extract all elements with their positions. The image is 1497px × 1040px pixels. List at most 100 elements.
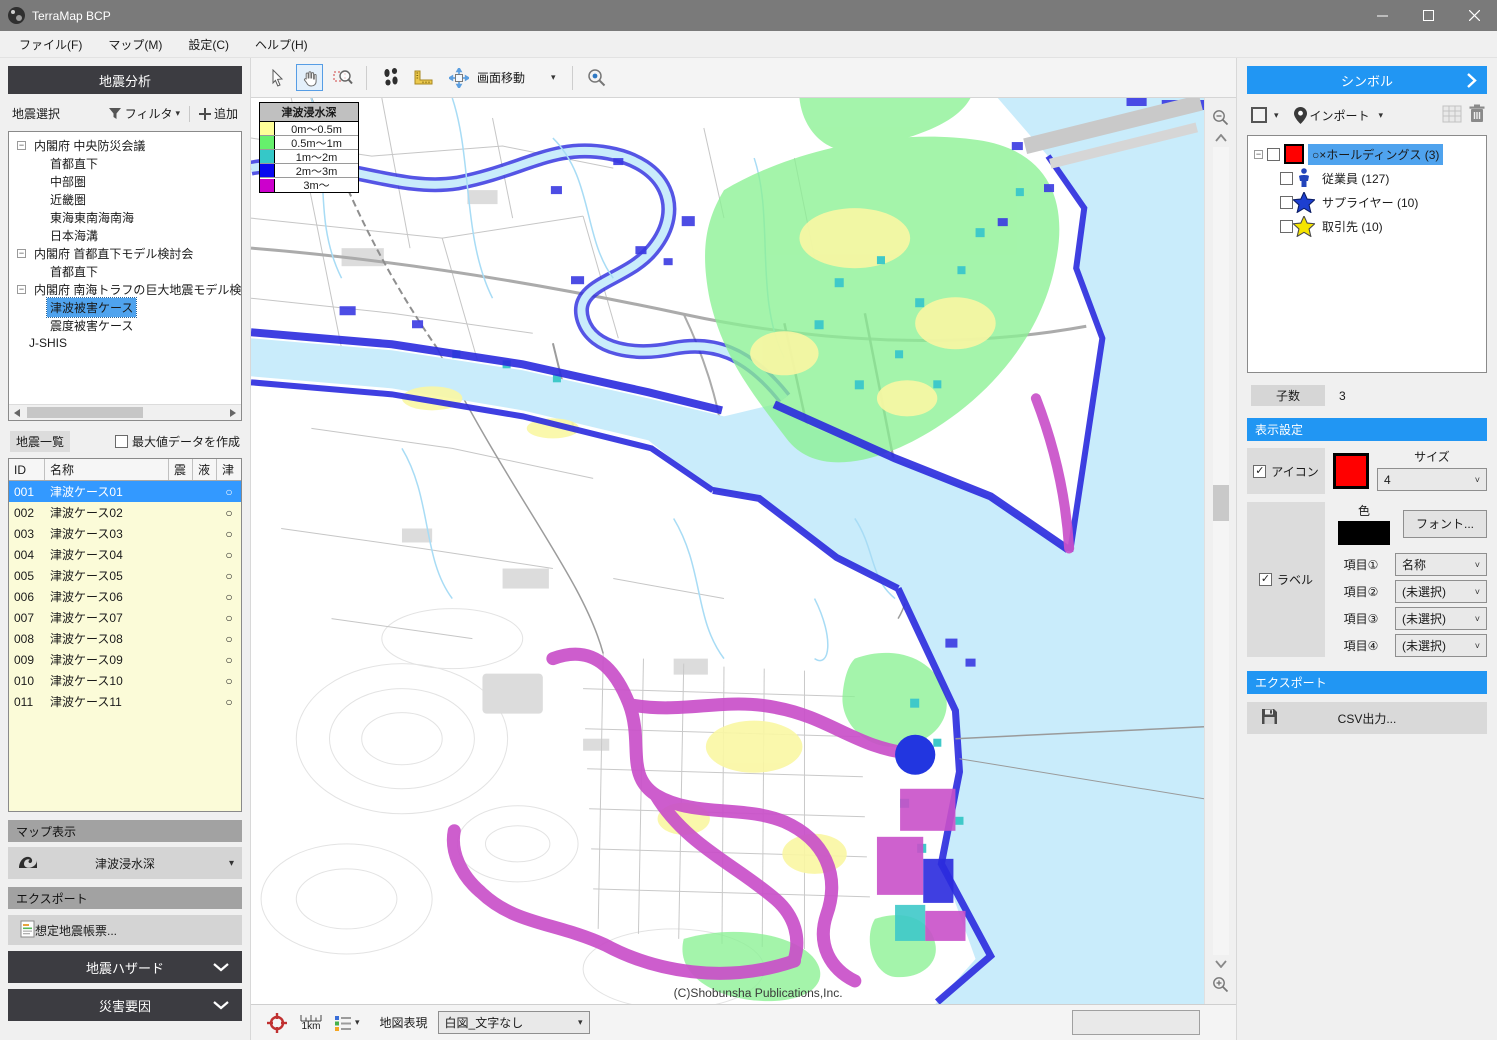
- item1-dropdown[interactable]: 名称˅: [1395, 553, 1487, 576]
- symbol-checkbox[interactable]: [1280, 172, 1293, 185]
- scrollbar-thumb[interactable]: [1213, 485, 1229, 521]
- zoom-out-button[interactable]: [1207, 104, 1234, 131]
- tree-item[interactable]: −内閣府 中央防災会議: [13, 136, 241, 154]
- table-row[interactable]: 011津波ケース11○: [9, 691, 241, 712]
- pan-hand-tool[interactable]: [296, 64, 323, 91]
- maximize-button[interactable]: [1405, 0, 1451, 31]
- item2-dropdown[interactable]: (未選択)˅: [1395, 580, 1487, 603]
- import-button[interactable]: インポート ▾: [1292, 105, 1386, 126]
- tree-horizontal-scrollbar[interactable]: [9, 404, 241, 420]
- table-row[interactable]: 006津波ケース06○: [9, 586, 241, 607]
- pan-mode-dropdown[interactable]: 画面移動 ▾: [443, 65, 562, 91]
- scroll-left-arrow[interactable]: [9, 405, 25, 420]
- tree-item[interactable]: 東海東南海南海: [13, 208, 241, 226]
- center-crosshair-tool[interactable]: [263, 1009, 290, 1036]
- tree-item-selected[interactable]: 津波被害ケース: [13, 298, 241, 316]
- table-row[interactable]: 007津波ケース07○: [9, 607, 241, 628]
- walk-route-tool[interactable]: [377, 64, 404, 91]
- scale-label: 1km: [302, 1022, 321, 1031]
- select-pointer-tool[interactable]: [263, 64, 290, 91]
- item1-label: 項目①: [1333, 556, 1389, 573]
- tree-item[interactable]: 中部圏: [13, 172, 241, 190]
- map-style-dropdown[interactable]: 白図_文字なし ▾: [438, 1011, 590, 1034]
- max-data-checkbox[interactable]: [115, 435, 128, 448]
- symbol-tree-item[interactable]: 取引先 (10): [1254, 214, 1486, 238]
- table-row-selected[interactable]: 001津波ケース01○: [9, 481, 241, 502]
- quake-case-table: ID名称 震液 津 001津波ケース01○ 002津波ケース02○ 003津波ケ…: [8, 458, 242, 812]
- font-button[interactable]: フォント...: [1403, 510, 1487, 538]
- collapse-icon[interactable]: −: [17, 285, 26, 294]
- scrollbar-thumb[interactable]: [27, 407, 143, 418]
- icon-checkbox[interactable]: ✓: [1253, 465, 1266, 478]
- size-dropdown[interactable]: 4 ˅: [1377, 468, 1487, 491]
- symbol-tree-item-selected[interactable]: − ○×ホールディングス (3): [1254, 142, 1486, 166]
- table-row[interactable]: 008津波ケース08○: [9, 628, 241, 649]
- add-button[interactable]: 追加: [197, 103, 240, 124]
- table-row[interactable]: 002津波ケース02○: [9, 502, 241, 523]
- tree-item[interactable]: −内閣府 首都直下モデル検討会: [13, 244, 241, 262]
- symbol-tree-item[interactable]: 従業員 (127): [1254, 166, 1486, 190]
- report-export-button[interactable]: 想定地震帳票...: [8, 915, 242, 945]
- info-identify-tool[interactable]: [583, 64, 610, 91]
- symbol-checkbox[interactable]: [1280, 220, 1293, 233]
- tree-item[interactable]: 首都直下: [13, 262, 241, 280]
- table-row[interactable]: 009津波ケース09○: [9, 649, 241, 670]
- scroll-down-arrow[interactable]: [1215, 957, 1227, 971]
- icon-color-swatch[interactable]: [1333, 453, 1369, 489]
- label-toggle[interactable]: ✓ ラベル: [1247, 502, 1325, 657]
- collapse-icon[interactable]: −: [17, 249, 26, 258]
- menu-map[interactable]: マップ(M): [95, 31, 175, 58]
- symbol-panel-header[interactable]: シンボル: [1247, 66, 1487, 94]
- close-button[interactable]: [1451, 0, 1497, 31]
- map-zoom-rail: [1204, 98, 1236, 1004]
- delete-symbol-button[interactable]: [1469, 104, 1485, 126]
- legend-list-button[interactable]: ▾: [332, 1013, 362, 1033]
- tree-item[interactable]: −内閣府 南海トラフの巨大地震モデル検: [13, 280, 241, 298]
- menu-help[interactable]: ヘルプ(H): [242, 31, 321, 58]
- map-copyright: (C)Shobunsha Publications,Inc.: [674, 986, 843, 1000]
- table-row[interactable]: 003津波ケース03○: [9, 523, 241, 544]
- collapse-icon[interactable]: −: [17, 141, 26, 150]
- scale-bar-tool[interactable]: 1km: [300, 1014, 322, 1031]
- menu-settings[interactable]: 設定(C): [175, 31, 242, 58]
- table-row[interactable]: 010津波ケース10○: [9, 670, 241, 691]
- zoom-select-tool[interactable]: [329, 64, 356, 91]
- map-canvas[interactable]: (C)Shobunsha Publications,Inc. 津波浸水深 0m～…: [251, 98, 1204, 1004]
- table-row[interactable]: 005津波ケース05○: [9, 565, 241, 586]
- tree-item[interactable]: 震度被害ケース: [13, 316, 241, 334]
- disaster-factor-section-header[interactable]: 災害要因: [8, 989, 242, 1021]
- tree-item[interactable]: J-SHIS: [13, 334, 241, 352]
- filter-button[interactable]: フィルタ ▾: [107, 103, 182, 124]
- symbol-checkbox[interactable]: [1280, 196, 1293, 209]
- map-legend: 津波浸水深 0m～0.5m 0.5m～1m 1m～2m 2m～3m 3m～: [259, 102, 359, 193]
- zoom-in-button[interactable]: [1207, 971, 1234, 998]
- symbol-tree: − ○×ホールディングス (3) 従業員 (127) サプライヤー (1: [1247, 135, 1487, 373]
- scroll-right-arrow[interactable]: [225, 405, 241, 420]
- shape-select-icon[interactable]: [1251, 107, 1267, 123]
- scroll-up-arrow[interactable]: [1215, 131, 1227, 145]
- symbol-checkbox[interactable]: [1267, 148, 1280, 161]
- collapse-icon[interactable]: −: [1254, 150, 1263, 159]
- map-display-dropdown[interactable]: 津波浸水深 ▾: [8, 847, 242, 879]
- label-checkbox[interactable]: ✓: [1259, 573, 1272, 586]
- item3-dropdown[interactable]: (未選択)˅: [1395, 607, 1487, 630]
- item4-dropdown[interactable]: (未選択)˅: [1395, 634, 1487, 657]
- app-globe-icon: [8, 7, 25, 24]
- measure-tool[interactable]: [410, 64, 437, 91]
- table-row[interactable]: 004津波ケース04○: [9, 544, 241, 565]
- csv-export-button[interactable]: CSV出力...: [1247, 702, 1487, 734]
- chevron-down-icon: ▾: [355, 1017, 360, 1028]
- map-vertical-scrollbar[interactable]: [1213, 147, 1229, 955]
- minimize-button[interactable]: [1359, 0, 1405, 31]
- hazard-section-header[interactable]: 地震ハザード: [8, 951, 242, 983]
- menu-file[interactable]: ファイル(F): [6, 31, 95, 58]
- move-arrows-icon: [449, 68, 469, 88]
- tree-item[interactable]: 日本海溝: [13, 226, 241, 244]
- label-color-swatch[interactable]: [1338, 521, 1390, 545]
- tree-item[interactable]: 首都直下: [13, 154, 241, 172]
- symbol-tree-item[interactable]: サプライヤー (10): [1254, 190, 1486, 214]
- icon-toggle[interactable]: ✓ アイコン: [1247, 448, 1325, 494]
- attribute-table-button[interactable]: [1442, 105, 1462, 126]
- chevron-down-icon: ▾: [1379, 110, 1384, 121]
- tree-item[interactable]: 近畿圏: [13, 190, 241, 208]
